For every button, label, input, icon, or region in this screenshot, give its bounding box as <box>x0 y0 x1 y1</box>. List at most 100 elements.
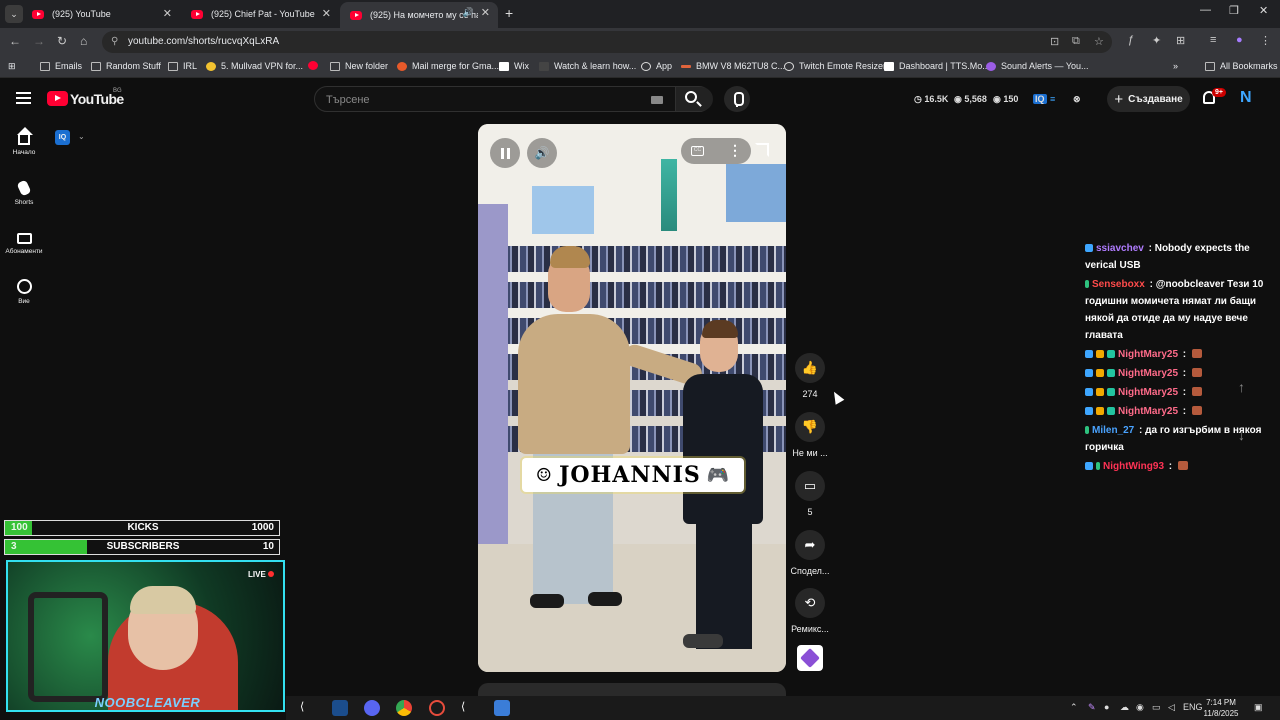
dislike-button[interactable]: 👎 Не ми ... <box>788 412 832 458</box>
tab-current-short[interactable]: (925) На момчето му се па... 🔊 ✕ <box>340 2 498 28</box>
notifications-icon[interactable]: ▣ <box>1254 702 1263 713</box>
discord-icon[interactable] <box>364 700 380 716</box>
chrome-icon[interactable] <box>396 700 412 716</box>
bookmark-item[interactable]: Mail merge for Gma... <box>397 61 499 71</box>
tray-app-icon[interactable]: ◉ <box>1136 702 1144 713</box>
network-icon[interactable]: ▭ <box>1152 702 1161 713</box>
chat-message: NightWing93 : <box>1085 458 1270 475</box>
new-tab-icon[interactable]: + <box>505 5 513 21</box>
scroll-up-arrow-icon[interactable]: ↑ <box>1238 379 1245 395</box>
bookmark-item[interactable]: Watch & learn how... <box>539 61 636 71</box>
close-window-icon[interactable]: ✕ <box>1259 4 1268 17</box>
bookmark-item[interactable]: Wix <box>499 61 529 71</box>
address-bar[interactable]: ⚲ youtube.com/shorts/rucvqXqLxRA ⊡ ⧉ ☆ <box>102 31 1112 53</box>
cast-icon[interactable]: ⧉ <box>1072 35 1080 48</box>
bookmark-item[interactable]: Sound Alerts — You... <box>986 61 1089 71</box>
bookmark-item[interactable]: Dashboard | TTS.Mo... <box>884 61 990 71</box>
sound-thumbnail-icon[interactable] <box>797 645 823 671</box>
cloud-icon[interactable]: ☁ <box>1120 702 1129 713</box>
video-caption-overlay: ☺ JOHANNIS 🎮 <box>522 458 744 492</box>
search-icon[interactable] <box>685 91 697 103</box>
shorts-video-player[interactable]: ☺ JOHANNIS 🎮 🔊 CC ⋮ <box>478 124 786 672</box>
restore-icon[interactable]: ❐ <box>1229 4 1239 17</box>
apps-grid-icon[interactable]: ⊞ <box>8 61 16 72</box>
create-button[interactable]: + Създаване <box>1107 86 1190 112</box>
app-icon[interactable] <box>429 700 445 716</box>
taskbar-clock[interactable]: 7:14 PM 11/8/2025 <box>1202 697 1240 719</box>
extension-icon[interactable]: ✦ <box>1152 34 1161 47</box>
youtube-logo-icon[interactable] <box>47 91 68 106</box>
pause-button[interactable] <box>490 138 520 168</box>
all-bookmarks[interactable]: All Bookmarks <box>1205 61 1278 71</box>
forward-icon[interactable]: → <box>33 34 45 48</box>
guide-home[interactable]: Начало <box>0 127 48 156</box>
iq-extension-button[interactable]: IQ <box>55 130 70 145</box>
speaker-icon[interactable]: ◁ <box>1168 702 1175 713</box>
home-icon[interactable]: ⌂ <box>80 34 87 48</box>
captions-icon[interactable]: CC <box>691 146 704 156</box>
close-tab-icon[interactable]: ✕ <box>163 7 172 20</box>
remix-button[interactable]: ⟲ Ремикс... <box>787 588 833 634</box>
bookmark-item[interactable]: Random Stuff <box>91 61 161 71</box>
volume-button[interactable]: 🔊 <box>527 138 557 168</box>
tab-chief-pat[interactable]: (925) Chief Pat - YouTube ✕ <box>181 3 339 25</box>
list-icon[interactable]: ≡ <box>1050 94 1055 104</box>
app-icon[interactable]: ⟨ <box>461 700 477 716</box>
guide-you[interactable]: Вие <box>0 279 48 305</box>
site-info-icon[interactable]: ⚲ <box>111 36 118 47</box>
reload-icon[interactable]: ↻ <box>57 34 67 48</box>
reading-list-icon[interactable]: ≡ <box>1210 34 1216 46</box>
search-box[interactable]: Търсене <box>314 86 713 112</box>
scroll-down-arrow-icon[interactable]: ↓ <box>1238 427 1245 443</box>
bookmark-item[interactable]: 5. Mullvad VPN for... <box>206 61 303 71</box>
close-tab-icon[interactable]: ✕ <box>322 7 331 20</box>
bookmark-item[interactable]: Twitch Emote Resizer <box>784 61 886 71</box>
bookmark-item[interactable]: IRL <box>168 61 197 71</box>
search-input[interactable]: Търсене <box>326 94 370 106</box>
bookmark-item[interactable]: BMW V8 M62TU8 C... <box>681 61 785 71</box>
close-tab-icon[interactable]: ✕ <box>481 6 490 19</box>
extension-icon[interactable]: ƒ <box>1128 34 1134 46</box>
speaker-icon[interactable]: 🔊 <box>463 7 474 18</box>
bookmark-item[interactable]: Emails <box>40 61 82 71</box>
badge-icon <box>1085 280 1089 288</box>
keyboard-language[interactable]: ENG <box>1183 702 1203 712</box>
calculator-icon[interactable] <box>494 700 510 716</box>
avatar[interactable]: N <box>1240 89 1252 107</box>
tab-youtube-home[interactable]: (925) YouTube ✕ <box>22 3 180 25</box>
tray-app-icon[interactable]: ✎ <box>1088 702 1096 713</box>
tab-search-button[interactable]: ⌄ <box>5 5 23 23</box>
thumbs-down-icon: 👎 <box>795 412 825 442</box>
bookmark-item[interactable]: App <box>641 61 672 71</box>
like-button[interactable]: 👍 274 <box>790 353 830 399</box>
steam-icon[interactable] <box>332 700 348 716</box>
back-icon[interactable]: ← <box>9 34 21 48</box>
browser-menu-icon[interactable]: ⋮ <box>1260 34 1271 47</box>
guide-subscriptions[interactable]: Абонаменти <box>0 230 48 255</box>
extensions-puzzle-icon[interactable]: ⊞ <box>1176 34 1185 47</box>
guide-shorts[interactable]: Shorts <box>0 179 48 206</box>
bookmark-item[interactable] <box>308 61 323 70</box>
bookmark-item[interactable]: New folder <box>330 61 388 71</box>
pin-icon[interactable]: ⊗ <box>1073 94 1081 105</box>
hamburger-menu-icon[interactable] <box>16 92 31 104</box>
keyboard-icon[interactable] <box>651 96 663 104</box>
app-icon[interactable]: ⟨ <box>300 700 316 716</box>
ext-eye-stat: ◉ 5,568 <box>954 94 987 104</box>
iq-extension-icon[interactable]: IQ <box>1033 94 1047 104</box>
minimize-icon[interactable]: — <box>1200 4 1211 16</box>
next-short-preview[interactable] <box>478 683 786 697</box>
microphone-icon[interactable]: ● <box>1104 702 1109 712</box>
share-button[interactable]: ➦ Сподел... <box>788 530 832 576</box>
kicks-goal-bar: 100 KICKS 1000 <box>4 520 280 536</box>
translate-icon[interactable]: ⊡ <box>1050 35 1059 48</box>
voice-search-icon[interactable] <box>724 86 750 112</box>
tray-overflow-icon[interactable]: ⌃ <box>1070 702 1078 713</box>
more-options-icon[interactable]: ⋮ <box>728 142 742 159</box>
bookmark-star-icon[interactable]: ☆ <box>1094 35 1104 48</box>
chevron-down-icon[interactable]: ⌄ <box>78 132 85 141</box>
comments-button[interactable]: ▭ 5 <box>790 471 830 517</box>
bookmarks-overflow-icon[interactable]: » <box>1173 61 1178 71</box>
fullscreen-icon[interactable] <box>755 143 769 157</box>
profile-icon[interactable]: ● <box>1236 34 1243 46</box>
